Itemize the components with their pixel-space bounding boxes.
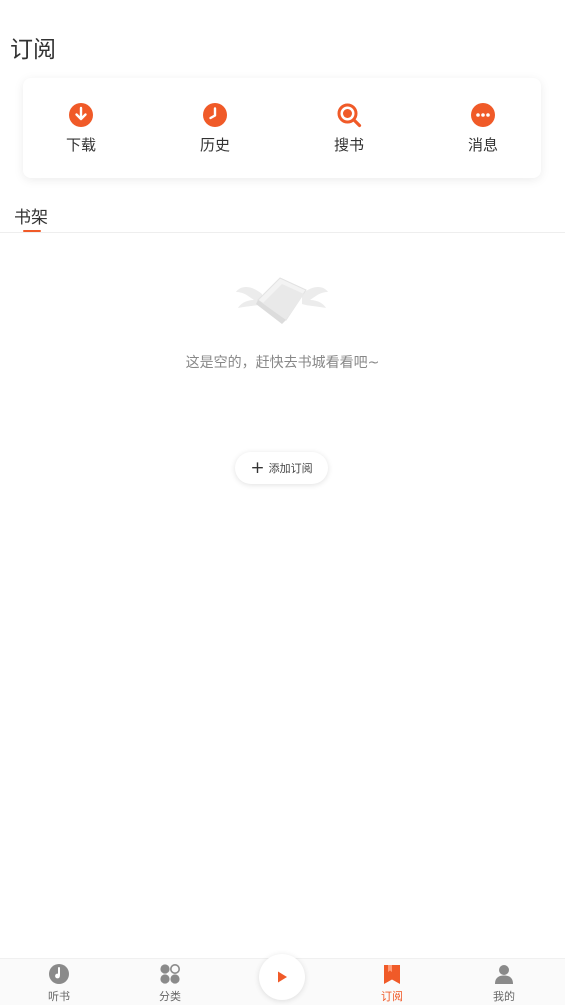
nav-item-category[interactable]: 分类 <box>140 963 200 1004</box>
nav-item-listen[interactable]: 听书 <box>29 963 89 1004</box>
empty-book-illustration <box>236 277 328 324</box>
tab-bookshelf[interactable]: 书架 <box>14 203 48 228</box>
add-subscription-label: 添加订阅 <box>268 462 313 475</box>
subscribe-icon <box>384 965 400 984</box>
message-button[interactable]: 消息 <box>448 102 518 155</box>
message-label: 消息 <box>467 136 498 154</box>
download-button[interactable]: 下载 <box>46 102 116 155</box>
nav-label-profile: 我的 <box>493 990 515 1003</box>
download-icon <box>69 103 93 127</box>
plus-icon: + <box>250 457 265 478</box>
message-icon <box>471 103 495 127</box>
page-title: 订阅 <box>10 37 56 63</box>
add-subscription-button[interactable]: + 添加订阅 <box>235 452 328 484</box>
nav-item-profile[interactable]: 我的 <box>474 963 534 1004</box>
play-icon <box>278 971 287 983</box>
quick-actions-card: 下载 历史 搜书 消息 <box>23 78 541 178</box>
search-book-label: 搜书 <box>333 136 364 154</box>
play-button[interactable] <box>259 954 305 1000</box>
listen-icon <box>49 964 69 984</box>
nav-item-subscribe[interactable]: 订阅 <box>362 963 422 1004</box>
history-label: 历史 <box>199 136 230 154</box>
nav-label-listen: 听书 <box>48 990 70 1003</box>
nav-label-category: 分类 <box>159 990 181 1003</box>
empty-shelf-message: 这是空的，赶快去书城看看吧~ <box>185 355 380 371</box>
search-icon <box>337 103 362 128</box>
nav-label-subscribe: 订阅 <box>381 990 403 1003</box>
search-book-button[interactable]: 搜书 <box>314 102 384 155</box>
section-divider <box>0 232 565 233</box>
clock-icon <box>203 103 227 127</box>
download-label: 下载 <box>65 136 96 154</box>
history-button[interactable]: 历史 <box>180 102 250 155</box>
profile-icon <box>495 965 513 984</box>
category-icon <box>160 964 180 984</box>
